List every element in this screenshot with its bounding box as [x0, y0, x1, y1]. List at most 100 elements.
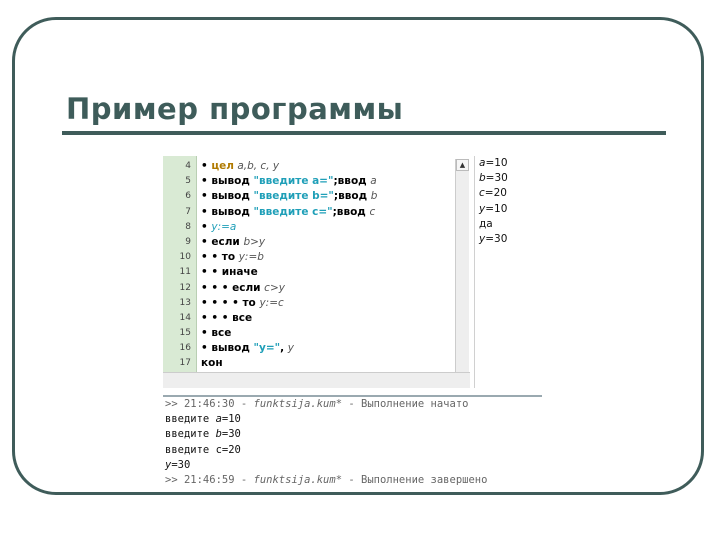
scroll-up-arrow-icon[interactable]: ▲	[456, 159, 469, 171]
code-line-token: •	[201, 205, 212, 218]
console-line: >> 21:46:30 - funktsija.kum* - Выполнени…	[163, 397, 542, 412]
code-line-token: "введите b="	[253, 190, 334, 203]
margin-output-panel: a=10 b=30 c=20 y=10 да y=30	[474, 156, 542, 388]
console-line-token: - Выполнение завершено	[342, 473, 488, 486]
output-line: y=10	[475, 202, 542, 217]
code-line: • если b>y	[201, 235, 463, 250]
output-line-token: =30	[485, 232, 508, 245]
line-number: 7	[185, 206, 191, 217]
line-number: 9	[185, 236, 191, 247]
output-line: c=20	[475, 186, 542, 201]
code-line: • вывод "введите c=";ввод c	[201, 205, 463, 220]
editor-horizontal-scrollbar[interactable]	[163, 372, 470, 388]
console-line: введите b=30	[163, 427, 542, 442]
line-number: 14	[179, 312, 191, 323]
code-line-token: вывод	[211, 175, 254, 188]
output-line-token: b	[479, 172, 486, 185]
code-line-token: a,b, c, y	[233, 160, 280, 172]
code-line-token: •	[201, 235, 212, 248]
code-line-token: •	[201, 190, 212, 203]
line-number-gutter: 4 5 6 7 8 9 10 11 12 13 14 15 16 17	[163, 156, 197, 372]
code-line-token: b	[370, 190, 378, 203]
console-line-token: funktsija.kum*	[253, 398, 343, 410]
console-line: y=30	[163, 458, 542, 473]
code-line-token: b>y	[243, 235, 266, 248]
editor-vertical-scrollbar[interactable]: ▲ ▼	[455, 159, 469, 386]
console-line: >> 21:46:59 - funktsija.kum* - Выполнени…	[163, 473, 542, 488]
code-line-token: то	[242, 296, 260, 309]
console-line: введите a=10	[163, 412, 542, 427]
code-line-token: "y="	[253, 342, 281, 355]
code-line-token: вывод	[211, 190, 254, 203]
output-line-token: =20	[484, 187, 507, 200]
code-line-token: • •	[201, 251, 222, 264]
code-line: • цел a,b, c, y	[201, 159, 463, 174]
code-line: • • • • то y:=c	[201, 296, 463, 311]
output-line: b=30	[475, 171, 542, 186]
console-line-token: - Выполнение начато	[342, 398, 469, 410]
code-line-token: вывод	[211, 205, 254, 218]
code-line-token: все	[211, 327, 232, 340]
console-line-token: =10	[221, 413, 241, 426]
code-line-token: •	[201, 220, 212, 233]
code-line-token: c	[369, 205, 376, 218]
line-number: 4	[185, 161, 191, 171]
code-line-token: y	[287, 342, 294, 355]
title-divider	[62, 131, 666, 135]
code-line-token: •	[201, 342, 212, 355]
line-number: 12	[179, 282, 191, 293]
output-line-token: =10	[485, 202, 508, 215]
line-number: 15	[179, 328, 191, 339]
code-line-token: ,	[280, 342, 288, 355]
code-line-token: c>y	[264, 281, 285, 294]
code-line-token: y:=b	[238, 251, 264, 264]
code-line-token: если	[232, 281, 265, 294]
console-line-token: >> 21:46:30 -	[165, 398, 254, 410]
line-number: 5	[185, 176, 191, 187]
code-editor-window: 4 5 6 7 8 9 10 11 12 13 14 15 16 17 • цел a,b, c, y • …	[163, 156, 542, 388]
code-line-token: • • • •	[201, 296, 243, 309]
console-line-token: =30	[171, 458, 191, 471]
code-line-token: если	[211, 235, 244, 248]
output-line-token: =30	[485, 172, 508, 185]
code-line: • вывод "y=", y	[201, 341, 463, 356]
code-line-token: ввод	[336, 205, 370, 218]
code-line-token: •	[201, 160, 212, 172]
console-line-token: введите	[165, 428, 216, 441]
line-number: 16	[179, 343, 191, 354]
code-line-token: "введите c="	[253, 205, 333, 218]
code-line-token: все	[232, 311, 253, 324]
console-line-token: введите	[165, 413, 216, 426]
code-line-token: • • •	[201, 311, 233, 324]
slide-title: Пример программы	[66, 92, 404, 126]
line-number: 13	[179, 297, 191, 308]
code-line: • вывод "введите a=";ввод a	[201, 174, 463, 189]
output-line: a=10	[475, 156, 542, 171]
code-line-token: цел	[211, 160, 234, 172]
code-editor[interactable]: • цел a,b, c, y • вывод "введите a=";ввод…	[201, 159, 463, 372]
output-line: y=30	[475, 232, 542, 247]
code-line-token: ввод	[338, 190, 371, 203]
code-line: кон	[201, 356, 463, 371]
line-number: 6	[185, 191, 191, 202]
code-line: • • иначе	[201, 265, 463, 280]
line-number: 17	[179, 358, 191, 369]
code-line: • y:=a	[201, 220, 463, 235]
console-line-token: >> 21:46:59 -	[165, 473, 254, 486]
line-numbers: 4 5 6 7 8 9 10 11 12 13 14 15 16 17	[163, 159, 191, 372]
console-line: введите c=20	[163, 443, 542, 458]
output-line-token: =10	[485, 157, 508, 169]
code-line-token: • • •	[201, 281, 233, 294]
code-line-token: y:=a	[211, 220, 237, 233]
console-line-token: funktsija.kum*	[253, 473, 343, 486]
output-line: да	[475, 217, 542, 232]
console-line-token: введите c=20	[165, 443, 241, 456]
code-line-token: a	[370, 175, 377, 188]
code-line: • все	[201, 326, 463, 341]
code-line-token: "введите a="	[253, 175, 334, 188]
code-line-token: •	[201, 327, 212, 340]
code-line-token: то	[221, 251, 239, 264]
code-line-token: иначе	[221, 266, 258, 279]
output-line-token: да	[479, 217, 493, 230]
code-line-token: ввод	[337, 175, 371, 188]
